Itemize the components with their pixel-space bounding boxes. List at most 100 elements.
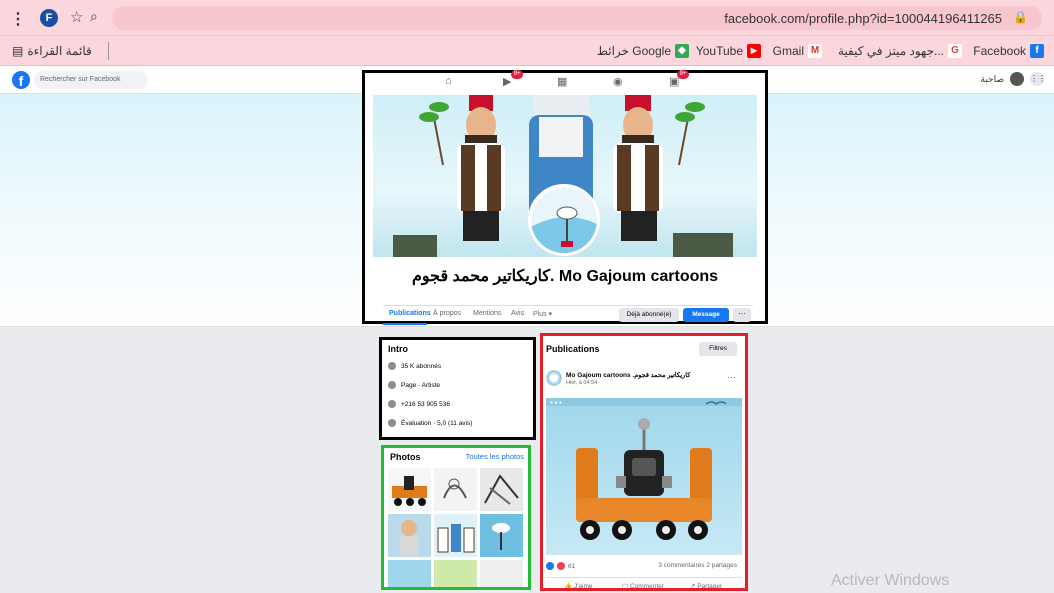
tab-about[interactable]: À propos	[433, 310, 461, 317]
photo-thumbnail[interactable]	[480, 514, 523, 557]
windows-activation-watermark: Activer Windows	[831, 572, 950, 589]
like-reaction-icon	[546, 562, 554, 570]
intro-row-text: Page · Artiste	[401, 381, 441, 389]
post-header: Mo Gajoum cartoons .كاريكاتير محمد قجوم …	[546, 370, 742, 394]
love-reaction-icon	[557, 562, 565, 570]
profile-picture[interactable]	[528, 184, 600, 256]
bookmark-label: YouTube	[695, 44, 743, 58]
facebook-icon: f	[1030, 44, 1044, 58]
bookmark-label: جهود ميتز في كيفية...	[838, 44, 944, 58]
photo-thumbnail[interactable]	[434, 514, 477, 557]
comment-label: Commenter	[629, 583, 664, 590]
browser-toolbar: ⋮ F ☆ ⌕ facebook.com/profile.php?id=1000…	[0, 0, 1054, 36]
profile-header-card: ⌂ ▶ 9+ ▦ ◉ ▣ 9+ كاريكاتير محمد قجوم. Mo …	[362, 70, 768, 325]
photo-thumbnail[interactable]	[388, 560, 431, 587]
bookmark-label: خرائط Google	[596, 44, 671, 58]
photo-thumbnail[interactable]	[434, 560, 477, 587]
photo-image	[492, 523, 510, 550]
svg-text:● ● ●: ● ● ●	[550, 400, 562, 406]
menu-grid-icon[interactable]: ⋮⋮	[1030, 72, 1046, 86]
publications-title: Publications	[546, 344, 600, 354]
filters-button[interactable]: Filtres	[699, 342, 737, 356]
publications-card: Publications Filtres Mo Gajoum cartoons …	[540, 333, 748, 591]
post-timestamp[interactable]: Hier, à 04:54 ·	[566, 380, 601, 386]
reading-list-label: قائمة القراءة	[27, 44, 92, 58]
facebook-search-input[interactable]: Rechercher sur Facebook	[34, 71, 148, 89]
tab-mentions[interactable]: Mentions	[473, 310, 501, 317]
address-bar[interactable]: facebook.com/profile.php?id=100044196411…	[112, 6, 1042, 30]
post-image[interactable]: ● ● ●	[546, 398, 742, 555]
subscribed-label: Déjà abonné(e)	[626, 311, 672, 318]
reactions-summary[interactable]: 61	[546, 562, 575, 570]
like-button[interactable]: 👍 J'aime	[564, 582, 593, 590]
photos-title: Photos	[390, 452, 421, 462]
watch-icon[interactable]: ▶	[503, 75, 511, 88]
intro-row-category: Page · Artiste	[388, 381, 440, 389]
post-author-name[interactable]: Mo Gajoum cartoons .كاريكاتير محمد قجوم	[566, 371, 690, 379]
bookmark-label: Gmail	[772, 44, 804, 58]
reading-list-icon: ▤	[12, 44, 24, 58]
tab-reviews[interactable]: Avis	[511, 310, 524, 317]
intro-row-text: 35 K abonnés	[401, 362, 442, 370]
post-author-avatar[interactable]	[546, 370, 562, 386]
gaming-badge: 9+	[677, 70, 689, 79]
bookmark-label: Facebook	[973, 44, 1026, 58]
intro-card: Intro 35 K abonnés Page · Artiste +216 5…	[379, 337, 536, 440]
bookmark-facebook[interactable]: Facebook f	[973, 44, 1044, 58]
message-button[interactable]: Message	[683, 308, 729, 322]
address-bar-url[interactable]: facebook.com/profile.php?id=100044196411…	[724, 11, 1002, 26]
post-cartoon: ● ● ●	[546, 398, 742, 540]
star-icon	[388, 419, 396, 427]
like-icon: 👍	[564, 583, 574, 590]
followers-icon	[388, 362, 396, 370]
photo-thumbnail[interactable]	[480, 468, 523, 511]
bookmarks-bar: ▤ قائمة القراءة Facebook f جهود ميتز في …	[0, 36, 1054, 66]
intro-row-followers: 35 K abonnés	[388, 362, 441, 370]
subscribed-button[interactable]: Déjà abonné(e)	[619, 308, 679, 322]
more-options-button[interactable]: ···	[733, 308, 751, 322]
filters-label: Filtres	[709, 345, 727, 352]
message-label: Message	[692, 311, 720, 318]
bookmark-youtube[interactable]: YouTube ▶	[696, 44, 761, 58]
lens-search-icon[interactable]: ⌕	[90, 8, 98, 25]
browser-profile-avatar[interactable]: F	[40, 9, 58, 27]
photo-image	[400, 520, 418, 556]
marketplace-icon[interactable]: ▦	[557, 75, 567, 88]
share-button[interactable]: ↗ Partager	[690, 582, 722, 588]
photo-thumbnail[interactable]	[388, 468, 431, 511]
bookmark-google-search[interactable]: جهود ميتز في كيفية... G	[838, 44, 962, 58]
active-tab-indicator	[383, 323, 427, 325]
photos-card: Photos Toutes les photos	[381, 445, 531, 590]
post-actions: 👍 J'aime ▢ Commenter ↗ Partager	[546, 577, 742, 590]
like-label: J'aime	[573, 583, 593, 590]
intro-title: Intro	[388, 344, 408, 354]
all-photos-link[interactable]: Toutes les photos	[466, 452, 524, 461]
account-name[interactable]: صاحبة	[981, 74, 1005, 85]
phone-icon	[388, 400, 396, 408]
info-icon	[388, 381, 396, 389]
post-options-icon[interactable]: ···	[727, 372, 736, 382]
reading-list-button[interactable]: ▤ قائمة القراءة	[12, 42, 109, 60]
facebook-logo-icon[interactable]: f	[12, 71, 30, 89]
tab-publications[interactable]: Publications	[389, 310, 431, 317]
home-icon[interactable]: ⌂	[445, 75, 452, 87]
photo-thumbnail[interactable]	[434, 468, 477, 511]
tab-more[interactable]: Plus ▾	[533, 310, 552, 318]
lock-icon[interactable]: 🔒	[1013, 10, 1028, 24]
intro-row-text: Évaluation · 5,0 (11 avis)	[401, 419, 473, 427]
bookmark-gmail[interactable]: Gmail M	[773, 44, 822, 58]
profile-tabs: Publications À propos Mentions Avis Plus…	[383, 305, 753, 325]
photo-thumbnail[interactable]	[388, 514, 431, 557]
bookmark-star-icon[interactable]: ☆	[70, 8, 83, 26]
browser-menu-icon[interactable]: ⋮	[10, 9, 26, 29]
photo-thumbnail[interactable]	[480, 560, 523, 587]
bookmark-google-maps[interactable]: خرائط Google ◆	[597, 44, 689, 58]
comment-button[interactable]: ▢ Commenter	[622, 582, 664, 590]
account-area: صاحبة ⋮⋮	[981, 72, 1046, 86]
reaction-count: 61	[568, 562, 576, 570]
intro-row-text: +216 53 905 536	[401, 400, 450, 408]
intro-row-phone: +216 53 905 536	[388, 400, 450, 408]
avatar[interactable]	[1010, 72, 1024, 86]
groups-icon[interactable]: ◉	[613, 75, 623, 88]
comments-shares-count[interactable]: 3 commentaires 2 partages	[658, 562, 737, 569]
